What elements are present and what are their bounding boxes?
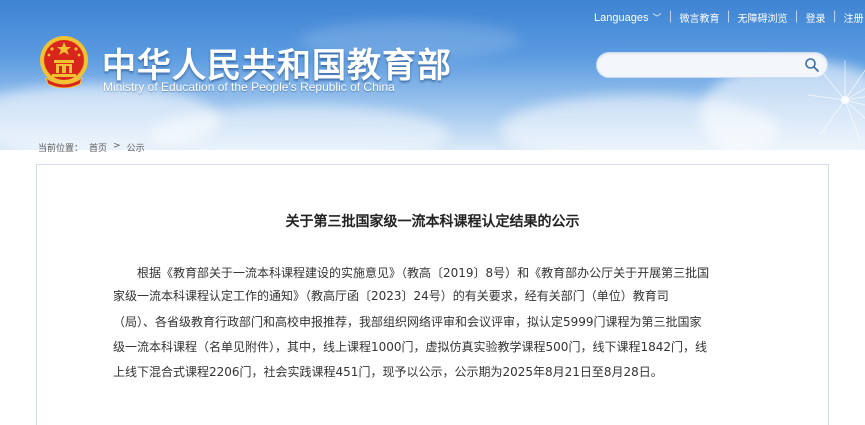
emblem-icon [40,36,88,88]
languages-label: Languages [594,11,649,24]
breadcrumb-separator: > [113,141,121,151]
search-input[interactable] [609,56,793,76]
article-line: 根据《教育部关于一流本科课程建设的实施意见》（教高〔2019〕8号）和《教育部办… [137,266,710,280]
languages-dropdown[interactable]: Languages ﹀ [594,11,661,24]
login-link[interactable]: 登录 [806,10,826,25]
breadcrumb-home-link[interactable]: 首页 [89,141,107,154]
site-title-en: Ministry of Education of the People's Re… [103,80,395,94]
search-box [596,52,828,78]
chevron-down-icon: ﹀ [652,13,662,23]
divider: │ [667,12,674,23]
search-icon[interactable] [804,57,820,73]
divider: │ [725,12,732,23]
header-banner: 中华人民共和国教育部 Ministry of Education of the … [0,0,865,150]
divider: │ [793,12,800,23]
divider: │ [831,12,838,23]
weibo-link[interactable]: 微言教育 [680,10,720,25]
top-links: Languages ﹀ │ 微言教育 │ 无障碍浏览 │ 登录 │ 注册 [594,10,864,26]
article-title: 关于第三批国家级一流本科课程认定结果的公示 [285,214,580,230]
breadcrumb-current: 公示 [126,144,145,154]
register-link[interactable]: 注册 [844,10,864,25]
article-line: 上线下混合式课程2206门，社会实践课程451门，现予以公示，公示期为2025年… [113,365,663,379]
breadcrumb: 当前位置： 首页 > 公示 [38,141,145,154]
accessibility-link[interactable]: 无障碍浏览 [738,10,788,25]
article-line: （局）、各省级教育行政部门和高校申报推荐，我部组织网络评审和会议评审，拟认定59… [113,315,702,329]
article-line: 家级一流本科课程认定工作的通知》（教高厅函〔2023〕24号）的有关要求，经有关… [113,289,669,303]
content-panel: 关于第三批国家级一流本科课程认定结果的公示 根据《教育部关于一流本科课程建设的实… [36,164,829,425]
article-line: 级一流本科课程（名单见附件），其中，线上课程1000门，虚拟仿真实验教学课程50… [113,340,707,354]
breadcrumb-label: 当前位置： [38,144,84,154]
